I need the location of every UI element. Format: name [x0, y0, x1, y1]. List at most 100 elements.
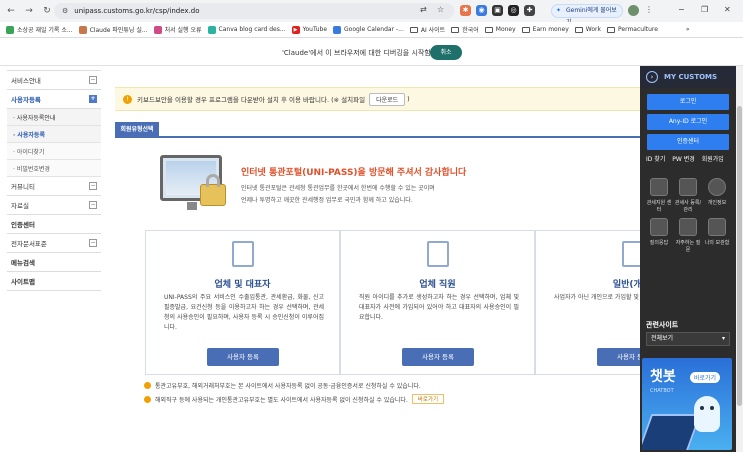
- bookmark-item[interactable]: Canva blog card des...: [207, 25, 286, 34]
- folder-icon: [606, 26, 615, 33]
- bookmark-item[interactable]: 처서 실행 오류: [153, 25, 202, 34]
- panel-header: › MY CUSTOMS: [640, 66, 736, 88]
- menu-cert-center[interactable]: 인증센터: [7, 215, 101, 234]
- chatbot-go-button[interactable]: 바로가기: [690, 372, 721, 383]
- gemini-button[interactable]: ✦ Gemini에게 물어보기: [551, 4, 623, 26]
- download-button[interactable]: 다운로드: [369, 92, 406, 106]
- bookmark-star-icon[interactable]: ☆: [437, 5, 444, 14]
- close-icon[interactable]: ✕: [724, 5, 731, 14]
- expand-icon[interactable]: +: [89, 95, 97, 103]
- translate-icon[interactable]: ⇄: [420, 5, 427, 14]
- bookmark-folder[interactable]: 한국어: [451, 25, 479, 34]
- bookmark-folder[interactable]: AI 사이트: [409, 25, 445, 34]
- menu-community[interactable]: 커뮤니티 −: [7, 177, 101, 196]
- question-icon: [679, 218, 697, 236]
- menu-search[interactable]: 메뉴검색: [7, 253, 101, 272]
- card-title: 업체 직원: [419, 280, 456, 290]
- cert-center-button[interactable]: 인증센터: [647, 134, 729, 150]
- register-button[interactable]: 사용자 등록: [207, 348, 279, 366]
- submenu-find-id[interactable]: · 아이디찾기: [7, 143, 101, 160]
- login-button[interactable]: 로그인: [647, 94, 729, 110]
- forward-icon[interactable]: →: [22, 4, 36, 18]
- change-pw-link[interactable]: PW 변경: [672, 156, 695, 163]
- register-button[interactable]: 사용자 등록: [402, 348, 474, 366]
- submenu-user-registration[interactable]: · 사용자등록: [7, 126, 101, 143]
- maximize-icon[interactable]: ❐: [701, 5, 708, 14]
- site-info-icon[interactable]: ⚙: [62, 7, 68, 15]
- collapse-icon[interactable]: −: [89, 76, 97, 84]
- menu-edoc-standard[interactable]: 전자문서표준 −: [7, 234, 101, 253]
- back-icon[interactable]: ←: [4, 4, 18, 18]
- quick-link[interactable]: 관세지원 센터: [645, 178, 673, 213]
- find-id-link[interactable]: ID 찾기: [646, 156, 665, 163]
- scrollbar-thumb[interactable]: [737, 106, 742, 406]
- chatbot-banner[interactable]: 챗봇 바로가기 CHATBOT: [642, 358, 732, 450]
- gemini-icon: ✦: [556, 7, 562, 14]
- minimize-icon[interactable]: −: [678, 5, 685, 14]
- check-icon: [708, 178, 726, 196]
- signup-link[interactable]: 회원가입: [702, 156, 724, 163]
- bookmark-folder[interactable]: Money: [484, 26, 516, 33]
- left-menu: 서비스안내 − 사용자등록 + · 사용자등록안내 · 사용자등록 · 아이디찾기 …: [7, 70, 101, 291]
- card-description: UNI-PASS의 주요 서비스인 수출입통관, 관세환급, 화물, 신고필증발…: [164, 294, 324, 331]
- chevron-right-icon[interactable]: ›: [646, 71, 658, 83]
- footer-note: 통관고유부호, 해외거래처부호는 본 사이트에서 사용자등록 없이 공동·금융인…: [144, 381, 421, 390]
- box-icon: [708, 218, 726, 236]
- collapse-icon[interactable]: −: [89, 239, 97, 247]
- address-bar[interactable]: ⚙ unipass.customs.go.kr/csp/index.do: [54, 3, 454, 19]
- info-icon: [144, 382, 151, 389]
- info-icon: [144, 395, 151, 403]
- bookmark-item[interactable]: Google Calendar -...: [333, 25, 404, 34]
- submenu-registration-guide[interactable]: · 사용자등록안내: [7, 109, 101, 126]
- anyid-login-button[interactable]: Any-ID 로그인: [647, 114, 729, 130]
- quick-link[interactable]: 관세사 등록/관리: [674, 178, 702, 213]
- bookmark-folder[interactable]: Earn money: [521, 26, 569, 33]
- extension-icon[interactable]: ✱: [460, 5, 471, 16]
- bookmark-item[interactable]: 소상공 재일 기록 소...: [6, 25, 73, 34]
- chevron-down-icon: ▾: [721, 335, 725, 342]
- quick-link[interactable]: 자주하는 질문: [674, 218, 702, 253]
- extensions-puzzle-icon[interactable]: ✚: [524, 5, 535, 16]
- person-icon: [622, 241, 640, 267]
- scrollbar[interactable]: [736, 66, 743, 452]
- folder-icon: [521, 26, 530, 33]
- card-individual: 일반(개인) 사업자가 아닌 개인으로 가입할 및 공개정보에 대한 조회서비스…: [535, 230, 640, 375]
- submenu-change-password[interactable]: · 비밀번호변경: [7, 160, 101, 177]
- go-button[interactable]: 바로가기: [411, 394, 445, 404]
- related-sites-select[interactable]: 전체보기 ▾: [646, 332, 730, 346]
- menu-library[interactable]: 자료실 −: [7, 196, 101, 215]
- footer-note: 해외직구 등에 사용되는 개인통관고유부호는 별도 사이트에서 사용자등록 없이…: [144, 394, 445, 404]
- profile-avatar[interactable]: [628, 5, 639, 16]
- account-links: ID 찾기 PW 변경 회원가입: [646, 154, 729, 163]
- chatbot-title: 챗봇: [650, 369, 676, 385]
- folder-icon: [451, 26, 460, 33]
- collapse-icon[interactable]: −: [89, 201, 97, 209]
- extension-icon[interactable]: ◎: [508, 5, 519, 16]
- menu-sitemap[interactable]: 사이트맵: [7, 272, 101, 291]
- quick-link[interactable]: 개인정보: [703, 178, 731, 206]
- notice-close-paren: ): [407, 95, 410, 103]
- quick-link[interactable]: 질의응답: [645, 218, 673, 246]
- register-button[interactable]: 사용자 등록: [597, 348, 640, 366]
- menu-service-info[interactable]: 서비스안내 −: [7, 71, 101, 90]
- folder-icon: [484, 26, 493, 33]
- card-title: 일반(개인): [612, 280, 640, 290]
- bookmark-item[interactable]: ▶ YouTube: [291, 25, 327, 34]
- phone-illustration: [642, 414, 702, 450]
- extension-icon[interactable]: ◉: [476, 5, 487, 16]
- chatbot-subtitle: CHATBOT: [650, 388, 674, 394]
- cancel-debugging-button[interactable]: 취소: [430, 45, 462, 60]
- bookmark-folder[interactable]: Permaculture: [606, 26, 658, 33]
- bookmarks-more-button[interactable]: »: [686, 26, 690, 33]
- reload-icon[interactable]: ↻: [40, 4, 54, 18]
- extension-icon[interactable]: ▣: [492, 5, 503, 16]
- menu-user-registration[interactable]: 사용자등록 +: [7, 90, 101, 109]
- bookmark-item[interactable]: Claude 파인튜닝 실...: [78, 25, 148, 34]
- notice-text: 키보드보안을 이용할 경우 프로그램을 다운받아 설치 후 이용 바랍니다. (…: [137, 96, 366, 104]
- collapse-icon[interactable]: −: [89, 182, 97, 190]
- card-description: 사업자가 아닌 개인으로 가입할 및 공개정보에 대한 조회서비스: [554, 294, 640, 301]
- related-sites-title: 관련사이트: [646, 321, 679, 329]
- bookmark-folder[interactable]: Work: [574, 26, 601, 33]
- quick-link[interactable]: 나의 보관함: [703, 218, 731, 246]
- menu-icon[interactable]: ⋮: [645, 5, 653, 14]
